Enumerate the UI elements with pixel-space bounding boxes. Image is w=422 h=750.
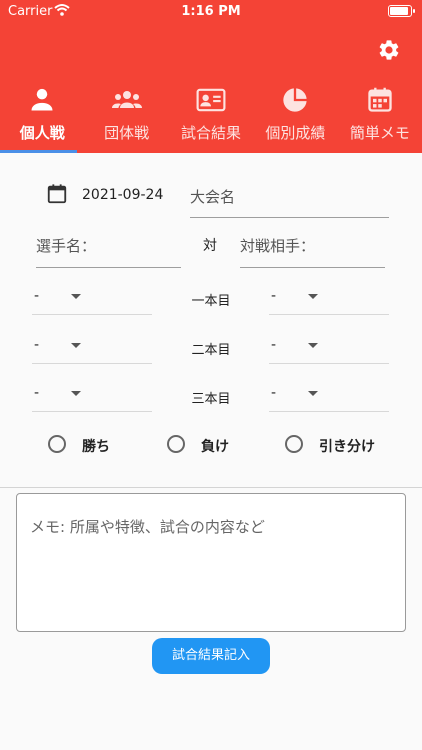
memo-placeholder: メモ: 所属や特徴、試合の内容など bbox=[30, 518, 265, 536]
app-header: Carrier 1:16 PM 個人戦 団体戦 試合結果 個別成績 簡単メモ bbox=[0, 0, 422, 153]
tab-team[interactable]: 団体戦 bbox=[84, 80, 168, 153]
pie-chart-icon bbox=[283, 88, 308, 112]
submit-result-button[interactable]: 試合結果記入 bbox=[152, 638, 270, 674]
select-value: - bbox=[34, 337, 40, 353]
group-icon bbox=[111, 91, 142, 108]
round-1-left-select[interactable]: - bbox=[32, 285, 152, 315]
round-3-label: 三本目 bbox=[191, 392, 231, 407]
select-value: - bbox=[271, 288, 277, 304]
tab-label: 試合結果 bbox=[181, 124, 242, 142]
tournament-name-field[interactable]: 大会名 bbox=[190, 178, 389, 218]
battery-icon bbox=[388, 5, 415, 17]
chevron-down-icon bbox=[71, 294, 81, 299]
player-name-placeholder: 選手名： bbox=[36, 237, 97, 255]
round-2-right-select[interactable]: - bbox=[269, 334, 389, 364]
radio-label: 勝ち bbox=[82, 439, 110, 455]
tab-stats[interactable]: 個別成績 bbox=[253, 80, 337, 153]
chevron-down-icon bbox=[71, 391, 81, 396]
opponent-name-field[interactable]: 対戦相手： bbox=[240, 228, 385, 268]
calendar-icon bbox=[47, 184, 67, 204]
select-value: - bbox=[34, 385, 40, 401]
status-bar: Carrier 1:16 PM bbox=[0, 0, 422, 22]
tab-individual[interactable]: 個人戦 bbox=[0, 80, 84, 153]
tab-label: 個人戦 bbox=[19, 124, 65, 142]
radio-label: 負け bbox=[201, 439, 229, 455]
select-value: - bbox=[271, 385, 277, 401]
calendar-icon bbox=[368, 87, 392, 112]
tab-results[interactable]: 試合結果 bbox=[169, 80, 253, 153]
active-tab-indicator bbox=[0, 150, 77, 153]
tab-label: 簡単メモ bbox=[349, 124, 410, 142]
chevron-down-icon bbox=[308, 391, 318, 396]
memo-textarea[interactable]: メモ: 所属や特徴、試合の内容など bbox=[16, 493, 406, 632]
select-value: - bbox=[34, 288, 40, 304]
id-card-icon bbox=[196, 88, 226, 112]
tournament-name-placeholder: 大会名 bbox=[190, 188, 236, 206]
round-3-right-select[interactable]: - bbox=[269, 382, 389, 412]
select-value: - bbox=[271, 337, 277, 353]
radio-circle bbox=[167, 435, 185, 453]
chevron-down-icon bbox=[308, 294, 318, 299]
radio-circle bbox=[285, 435, 303, 453]
tab-label: 団体戦 bbox=[104, 124, 150, 142]
tab-memo[interactable]: 簡単メモ bbox=[338, 80, 422, 153]
round-2-label: 二本目 bbox=[191, 343, 231, 358]
tab-label: 個別成績 bbox=[265, 124, 326, 142]
section-divider bbox=[0, 487, 422, 488]
radio-circle bbox=[48, 435, 66, 453]
radio-label: 引き分け bbox=[319, 439, 375, 455]
gear-icon[interactable] bbox=[377, 38, 401, 62]
chevron-down-icon bbox=[308, 343, 318, 348]
round-2-left-select[interactable]: - bbox=[32, 334, 152, 364]
opponent-name-placeholder: 対戦相手： bbox=[240, 237, 316, 255]
player-name-field[interactable]: 選手名： bbox=[36, 228, 181, 268]
round-1-label: 一本目 bbox=[191, 294, 231, 309]
round-1-right-select[interactable]: - bbox=[269, 285, 389, 315]
chevron-down-icon bbox=[71, 343, 81, 348]
round-3-left-select[interactable]: - bbox=[32, 382, 152, 412]
date-value: 2021-09-24 bbox=[82, 187, 164, 203]
vs-label: 対 bbox=[203, 238, 217, 254]
tab-bar: 個人戦 団体戦 試合結果 個別成績 簡単メモ bbox=[0, 80, 422, 153]
person-icon bbox=[31, 88, 53, 111]
status-time: 1:16 PM bbox=[181, 4, 241, 19]
